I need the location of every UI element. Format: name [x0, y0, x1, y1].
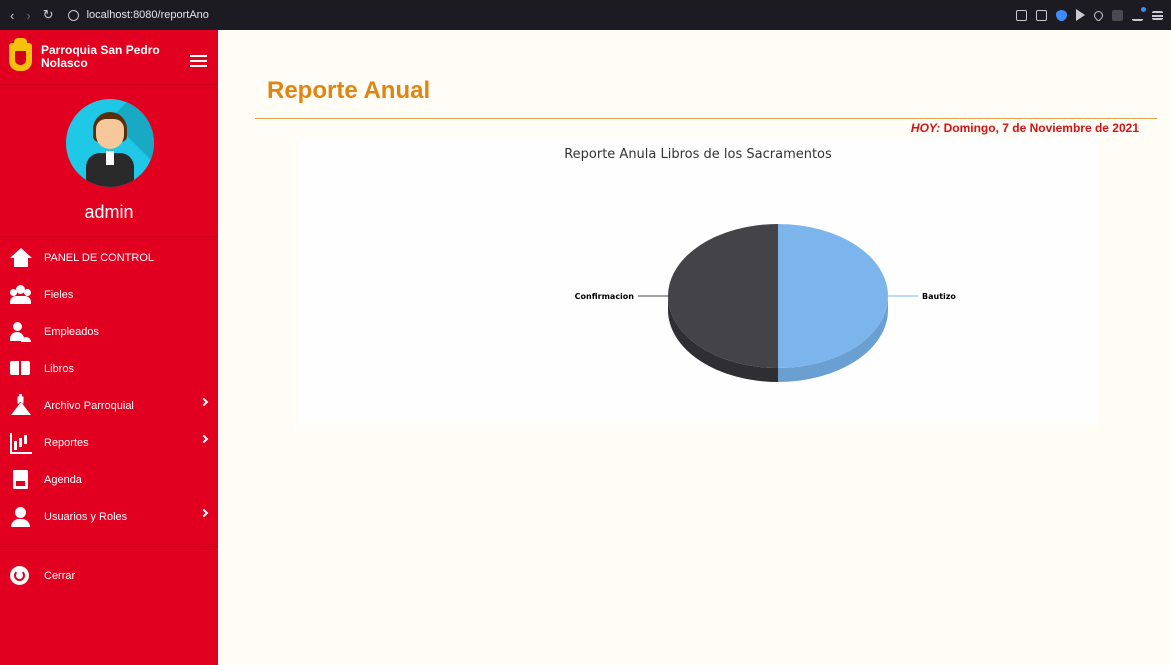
chevron-right-icon: [199, 397, 209, 407]
pie-slices: [668, 224, 888, 382]
avatar: [66, 99, 154, 187]
date-text: Domingo, 7 de Noviembre de 2021: [940, 121, 1139, 135]
shield-icon[interactable]: [1056, 9, 1067, 21]
brand-header: Parroquia San Pedro Nolasco: [0, 30, 218, 85]
back-icon[interactable]: ‹: [10, 8, 14, 23]
user-name: admin: [84, 202, 134, 222]
parish-crest-icon: [9, 38, 32, 71]
sidebar-item-label: Libros: [44, 362, 74, 375]
church-icon: [10, 394, 31, 415]
sidebar-item-label: Fieles: [44, 288, 74, 301]
employee-icon: [10, 322, 31, 341]
chart-report-icon: [10, 433, 32, 454]
users-group-icon: [10, 285, 31, 304]
sidebar-item-reportes[interactable]: Reportes: [0, 424, 218, 461]
reader-view-icon[interactable]: [1016, 9, 1027, 21]
title-divider: [255, 118, 1157, 119]
pie-label-bautizo: Bautizo: [922, 292, 956, 301]
heart-icon[interactable]: [1092, 8, 1105, 22]
sidebar-item-label: Cerrar: [44, 569, 76, 582]
sidebar-item-label: Archivo Parroquial: [44, 399, 134, 412]
current-date: HOY: Domingo, 7 de Noviembre de 2021: [911, 121, 1139, 135]
sidebar-item-fieles[interactable]: Fieles: [0, 276, 218, 313]
main-content: Reporte Anual HOY: Domingo, 7 de Noviemb…: [218, 30, 1171, 665]
pie-label-confirmacion: Confirmacion: [575, 292, 635, 301]
sidebar-item-usuarios-y-roles[interactable]: Usuarios y Roles: [0, 498, 218, 535]
pie-chart: Reporte Anula Libros de los Sacramentos …: [564, 147, 956, 382]
chart-panel: Reporte Anula Libros de los Sacramentos …: [298, 138, 1098, 423]
address-bar[interactable]: localhost:8080/reportAno: [67, 9, 209, 21]
download-icon[interactable]: [1132, 6, 1146, 21]
site-info-icon[interactable]: [67, 9, 79, 21]
sidebar-item-label: PANEL DE CONTROL: [44, 251, 155, 264]
sidebar-item-cerrar[interactable]: Cerrar: [0, 557, 218, 594]
menu-divider: [0, 546, 218, 547]
sidebar-menu: PANEL DE CONTROL Fieles Empleados Libros…: [0, 239, 218, 594]
browser-toolbar: ‹ › ↻ localhost:8080/reportAno: [0, 0, 1171, 30]
sidebar-item-libros[interactable]: Libros: [0, 350, 218, 387]
sidebar-item-label: Agenda: [44, 473, 82, 486]
sidebar-item-label: Reportes: [44, 436, 89, 449]
brand-name[interactable]: Parroquia San Pedro Nolasco: [41, 44, 171, 70]
page-title: Reporte Anual: [267, 77, 431, 104]
play-icon[interactable]: [1076, 9, 1085, 21]
power-icon: [10, 566, 31, 585]
chevron-right-icon: [199, 508, 209, 518]
user-icon: [10, 507, 31, 527]
chevron-right-icon: [199, 434, 209, 444]
chart-title: Reporte Anula Libros de los Sacramentos: [564, 147, 832, 162]
toolbar-separator: [1112, 9, 1123, 21]
sidebar-item-agenda[interactable]: Agenda: [0, 461, 218, 498]
home-icon: [10, 248, 32, 267]
menu-icon[interactable]: [1152, 10, 1163, 20]
sidebar-item-panel-de-control[interactable]: PANEL DE CONTROL: [0, 239, 218, 276]
reload-icon[interactable]: ↻: [43, 7, 54, 23]
sidebar-item-archivo-parroquial[interactable]: Archivo Parroquial: [0, 387, 218, 424]
book-icon: [10, 359, 31, 378]
url-text: localhost:8080/reportAno: [86, 9, 209, 21]
agenda-icon: [10, 470, 31, 489]
screenshot-icon[interactable]: [1036, 9, 1047, 21]
sidebar: Parroquia San Pedro Nolasco admin PANEL …: [0, 30, 218, 665]
hamburger-menu-icon[interactable]: [190, 55, 207, 67]
user-panel: admin: [0, 85, 218, 237]
sidebar-item-label: Empleados: [44, 325, 100, 338]
sidebar-item-label: Usuarios y Roles: [44, 510, 128, 523]
date-prefix: HOY:: [910, 121, 941, 135]
sidebar-item-empleados[interactable]: Empleados: [0, 313, 218, 350]
forward-icon[interactable]: ›: [26, 8, 30, 23]
